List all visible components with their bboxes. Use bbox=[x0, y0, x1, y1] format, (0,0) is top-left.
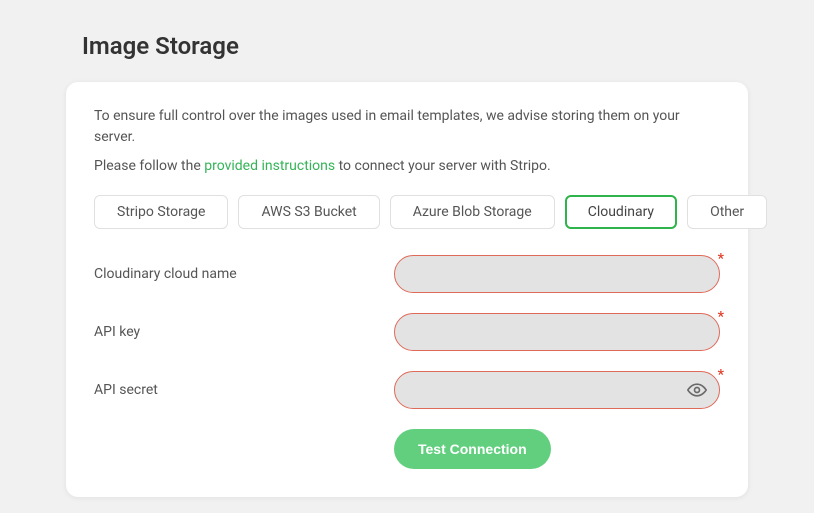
storage-tabs: Stripo Storage AWS S3 Bucket Azure Blob … bbox=[94, 195, 720, 229]
row-api-key: API key * bbox=[94, 313, 720, 351]
tab-stripo-storage[interactable]: Stripo Storage bbox=[94, 195, 228, 229]
required-icon: * bbox=[718, 251, 724, 267]
page-title: Image Storage bbox=[82, 32, 748, 60]
settings-card: To ensure full control over the images u… bbox=[66, 82, 748, 497]
tab-other[interactable]: Other bbox=[687, 195, 767, 229]
label-cloud-name: Cloudinary cloud name bbox=[94, 266, 394, 282]
input-wrap-cloud-name: * bbox=[394, 255, 720, 293]
row-cloud-name: Cloudinary cloud name * bbox=[94, 255, 720, 293]
instructions-link[interactable]: provided instructions bbox=[204, 158, 335, 174]
intro-pre: Please follow the bbox=[94, 158, 204, 174]
label-api-secret: API secret bbox=[94, 382, 394, 398]
api-key-input[interactable] bbox=[394, 313, 720, 351]
test-connection-button[interactable]: Test Connection bbox=[394, 429, 551, 469]
label-api-key: API key bbox=[94, 324, 394, 340]
form-actions: Test Connection bbox=[394, 429, 720, 469]
intro-text-1: To ensure full control over the images u… bbox=[94, 106, 720, 148]
tab-azure-blob[interactable]: Azure Blob Storage bbox=[390, 195, 555, 229]
input-wrap-api-key: * bbox=[394, 313, 720, 351]
cloud-name-input[interactable] bbox=[394, 255, 720, 293]
required-icon: * bbox=[718, 309, 724, 325]
row-api-secret: API secret * bbox=[94, 371, 720, 409]
input-wrap-api-secret: * bbox=[394, 371, 720, 409]
intro-text-2: Please follow the provided instructions … bbox=[94, 156, 720, 177]
intro-post: to connect your server with Stripo. bbox=[335, 158, 551, 174]
tab-cloudinary[interactable]: Cloudinary bbox=[565, 195, 677, 229]
tab-aws-s3[interactable]: AWS S3 Bucket bbox=[238, 195, 379, 229]
toggle-visibility-icon[interactable] bbox=[686, 379, 708, 401]
api-secret-input[interactable] bbox=[394, 371, 720, 409]
required-icon: * bbox=[718, 367, 724, 383]
